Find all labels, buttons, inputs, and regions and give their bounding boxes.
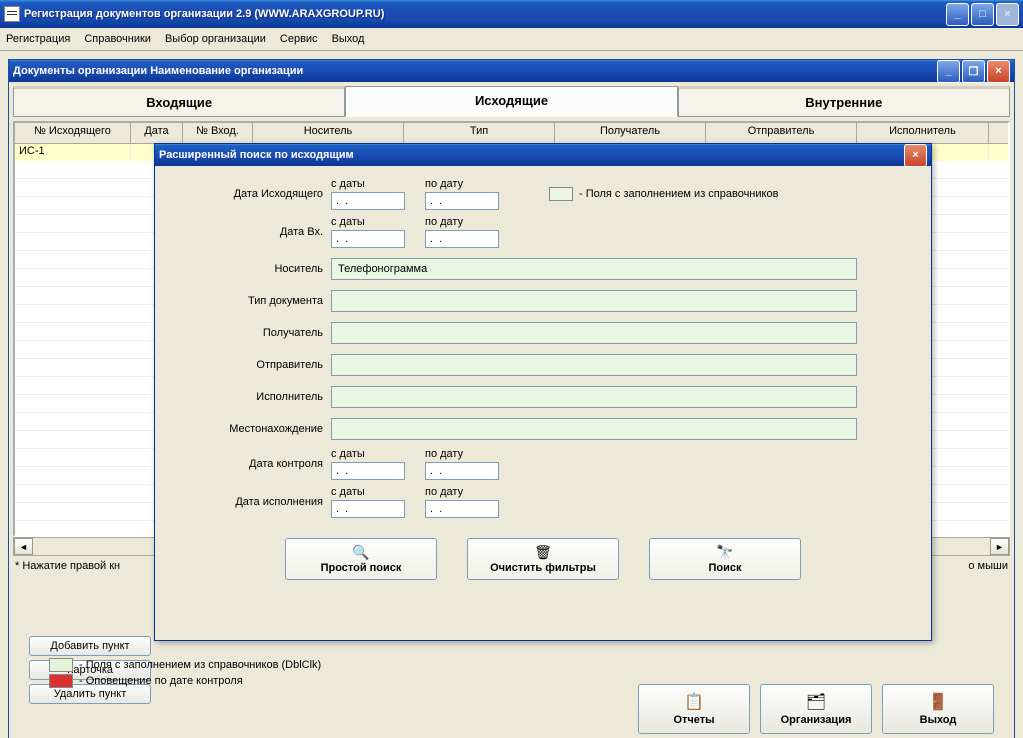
search-button[interactable]: 🔭Поиск — [649, 538, 801, 580]
hint-text-suffix: о мыши — [968, 560, 1008, 572]
date-control-from-input[interactable] — [331, 462, 405, 480]
label-executor: Исполнитель — [173, 391, 331, 403]
grid-header: № Исходящего Дата № Вход. Носитель Тип П… — [15, 123, 1008, 144]
inner-close-button[interactable]: × — [987, 60, 1010, 83]
label-location: Местонахождение — [173, 423, 331, 435]
sender-input[interactable] — [331, 354, 857, 376]
app-window: { "window": { "title": "Регистрация доку… — [0, 0, 1023, 738]
dialog-legend-text: - Поля с заполнением из справочников — [579, 188, 778, 200]
app-title: Регистрация документов организации 2.9 (… — [24, 8, 946, 20]
tabs: Входящие Исходящие Внутренние — [13, 86, 1010, 117]
tab-internal[interactable]: Внутренние — [678, 86, 1010, 117]
legend-alert-text: - Оповещение по дате контроля — [79, 675, 243, 687]
advanced-search-dialog: Расширенный поиск по исходящим × Дата Ис… — [154, 143, 932, 641]
exit-icon: 🚪 — [928, 692, 948, 712]
label-doctype: Тип документа — [173, 295, 331, 307]
inner-restore-button[interactable]: ❐ — [962, 60, 985, 83]
dialog-titlebar: Расширенный поиск по исходящим × — [155, 144, 931, 166]
organization-button[interactable]: 🗂Организация — [760, 684, 872, 734]
menu-exit[interactable]: Выход — [332, 33, 365, 45]
dialog-legend-swatch — [549, 187, 573, 201]
scroll-right-icon[interactable]: ► — [990, 538, 1009, 555]
documents-titlebar: Документы организации Наименование орган… — [9, 60, 1014, 82]
menu-registration[interactable]: Регистрация — [6, 33, 70, 45]
col-date[interactable]: Дата — [131, 123, 183, 143]
exit-button[interactable]: 🚪Выход — [882, 684, 994, 734]
recipient-input[interactable] — [331, 322, 857, 344]
dialog-close-button[interactable]: × — [904, 144, 927, 167]
executor-input[interactable] — [331, 386, 857, 408]
date-in-from-input[interactable] — [331, 230, 405, 248]
tab-incoming[interactable]: Входящие — [13, 86, 345, 117]
date-in-to-input[interactable] — [425, 230, 499, 248]
scroll-left-icon[interactable]: ◄ — [14, 538, 33, 555]
label-from: с даты — [331, 178, 405, 190]
reports-button[interactable]: 📋Отчеты — [638, 684, 750, 734]
simple-search-button[interactable]: 🔍Простой поиск — [285, 538, 437, 580]
date-exec-from-input[interactable] — [331, 500, 405, 518]
label-sender: Отправитель — [173, 359, 331, 371]
menubar: Регистрация Справочники Выбор организаци… — [0, 28, 1023, 51]
col-out-number[interactable]: № Исходящего — [15, 123, 131, 143]
label-date-exec: Дата исполнения — [173, 496, 331, 508]
minimize-button[interactable]: _ — [946, 3, 969, 26]
label-recipient: Получатель — [173, 327, 331, 339]
legend-swatch-lookup — [49, 658, 73, 672]
clear-icon: 🗑 — [534, 544, 552, 561]
location-input[interactable] — [331, 418, 857, 440]
col-carrier[interactable]: Носитель — [253, 123, 404, 143]
documents-title: Документы организации Наименование орган… — [13, 65, 937, 77]
clear-filters-button[interactable]: 🗑Очистить фильтры — [467, 538, 619, 580]
reports-icon: 📋 — [684, 692, 704, 712]
menu-service[interactable]: Сервис — [280, 33, 318, 45]
date-control-to-input[interactable] — [425, 462, 499, 480]
label-date-control: Дата контроля — [173, 458, 331, 470]
label-date-in: Дата Вх. — [173, 226, 331, 238]
col-executor[interactable]: Исполнитель — [857, 123, 989, 143]
app-titlebar: Регистрация документов организации 2.9 (… — [0, 0, 1023, 28]
dialog-legend: - Поля с заполнением из справочников — [549, 187, 778, 201]
doctype-input[interactable] — [331, 290, 857, 312]
date-exec-to-input[interactable] — [425, 500, 499, 518]
cell-out-number: ИС-1 — [15, 144, 131, 161]
bottom-buttons: 📋Отчеты 🗂Организация 🚪Выход — [638, 684, 994, 734]
carrier-input[interactable] — [331, 258, 857, 280]
tab-outgoing[interactable]: Исходящие — [345, 86, 677, 117]
hint-text: * Нажатие правой кн — [15, 560, 120, 572]
label-date-out: Дата Исходящего — [173, 188, 331, 200]
add-item-button[interactable]: Добавить пункт — [29, 636, 151, 656]
label-carrier: Носитель — [173, 263, 331, 275]
maximize-button[interactable]: □ — [971, 3, 994, 26]
date-out-from-input[interactable] — [331, 192, 405, 210]
col-sender[interactable]: Отправитель — [706, 123, 857, 143]
binoculars-icon: 🔭 — [716, 544, 733, 561]
legend-swatch-alert — [49, 674, 73, 688]
legend-lookup-text: - Поля с заполнением из справочников (Db… — [79, 659, 321, 671]
organization-icon: 🗂 — [806, 692, 826, 712]
menu-org-choice[interactable]: Выбор организации — [165, 33, 266, 45]
dialog-title-text: Расширенный поиск по исходящим — [159, 149, 904, 161]
col-in-number[interactable]: № Вход. — [183, 123, 253, 143]
close-button-disabled: × — [996, 3, 1019, 26]
col-recipient[interactable]: Получатель — [555, 123, 706, 143]
legend: - Поля с заполнением из справочников (Db… — [49, 658, 321, 690]
menu-handbooks[interactable]: Справочники — [84, 33, 151, 45]
app-icon — [4, 6, 20, 22]
label-to: по дату — [425, 178, 499, 190]
inner-minimize-button[interactable]: _ — [937, 60, 960, 83]
date-out-to-input[interactable] — [425, 192, 499, 210]
col-type[interactable]: Тип — [404, 123, 555, 143]
simple-search-icon: 🔍 — [352, 544, 369, 561]
